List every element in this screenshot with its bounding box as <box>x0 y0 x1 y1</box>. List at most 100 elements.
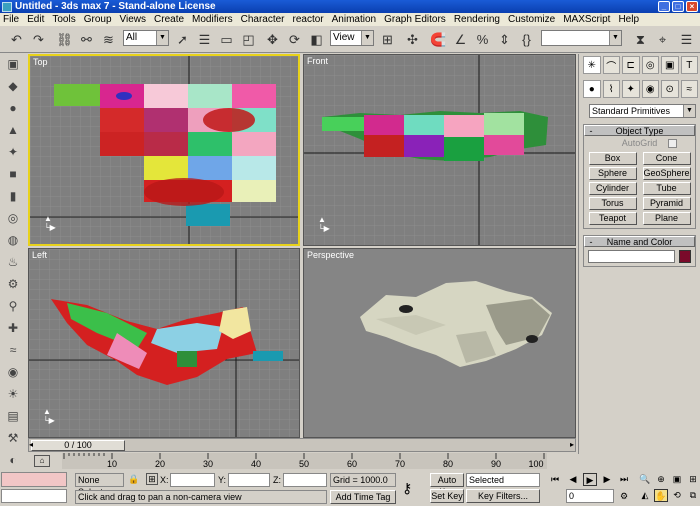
sphere-icon[interactable]: ● <box>0 98 26 118</box>
box-icon[interactable]: ■ <box>0 164 26 184</box>
current-frame-field[interactable]: 0 <box>566 489 614 503</box>
mirror-icon[interactable]: ⧗ <box>630 29 651 50</box>
menu-edit[interactable]: Edit <box>27 14 44 25</box>
maximize-viewport-icon[interactable]: ⧉ <box>686 489 700 502</box>
unlink-icon[interactable]: ⚯ <box>76 29 97 50</box>
manipulate-icon[interactable]: ✣ <box>402 29 423 50</box>
viewport-top[interactable]: ▲ └▶ Top <box>28 54 300 246</box>
geosphere-button[interactable]: GeoSphere <box>642 167 691 180</box>
field-of-view-icon[interactable]: ◭ <box>638 489 652 502</box>
object-color-swatch[interactable] <box>678 250 691 263</box>
slider-right-arrow-icon[interactable]: ▸ <box>570 440 574 449</box>
zoom-extents-icon[interactable]: ▣ <box>670 473 684 486</box>
pyramid-button[interactable]: Pyramid <box>642 197 691 210</box>
menu-graph-editors[interactable]: Graph Editors <box>384 14 446 25</box>
rectangular-selection-icon[interactable]: ▭ <box>216 29 237 50</box>
named-selection-sets-dropdown[interactable]: ▼ <box>541 30 622 46</box>
angle-snap-icon[interactable]: ∠ <box>450 29 471 50</box>
display-icon[interactable]: ◐ <box>0 450 26 470</box>
z-coordinate-field[interactable] <box>283 473 327 487</box>
select-by-name-icon[interactable]: ☰ <box>194 29 215 50</box>
utilities-tab-icon[interactable]: T <box>680 56 698 74</box>
space-warps-icon[interactable]: ≈ <box>680 80 698 98</box>
select-and-rotate-icon[interactable]: ⟳ <box>284 29 305 50</box>
cone-icon[interactable]: ▲ <box>0 120 26 140</box>
cylinder-button[interactable]: Cylinder <box>588 182 637 195</box>
menu-tools[interactable]: Tools <box>52 14 75 25</box>
shapes-icon[interactable]: ⌇ <box>602 80 620 98</box>
light-icon[interactable]: ☀ <box>0 384 26 404</box>
layer-manager-icon[interactable]: ☰ <box>676 29 697 50</box>
menu-reactor[interactable]: reactor <box>293 14 324 25</box>
zoom-extents-all-icon[interactable]: ⊞ <box>686 473 700 486</box>
hierarchy-tab-icon[interactable]: ⊏ <box>622 56 640 74</box>
create-object-icon[interactable]: ▣ <box>0 54 26 74</box>
go-to-end-icon[interactable]: ⏭ <box>617 473 631 486</box>
pivot-center-icon[interactable]: ⊞ <box>377 29 398 50</box>
gear-icon[interactable]: ⚙ <box>0 274 26 294</box>
plane-button[interactable]: Plane <box>642 212 691 225</box>
menu-rendering[interactable]: Rendering <box>454 14 500 25</box>
set-key-button[interactable]: Set Key <box>430 489 464 503</box>
tube-icon[interactable]: ◍ <box>0 230 26 250</box>
zoom-icon[interactable]: 🔍 <box>638 473 652 486</box>
y-coordinate-field[interactable] <box>228 473 270 487</box>
menu-customize[interactable]: Customize <box>508 14 555 25</box>
menu-help[interactable]: Help <box>618 14 639 25</box>
autogrid-checkbox[interactable] <box>668 139 677 148</box>
menu-create[interactable]: Create <box>154 14 184 25</box>
viewport-front[interactable]: ▲ └▶ Front <box>303 54 576 246</box>
torus-icon[interactable]: ◎ <box>0 208 26 228</box>
viewport-perspective[interactable]: Perspective <box>303 248 576 438</box>
display-tab-icon[interactable]: ▣ <box>661 56 679 74</box>
go-to-start-icon[interactable]: ⏮ <box>548 473 562 486</box>
zoom-all-icon[interactable]: ⊕ <box>654 473 668 486</box>
key-icon[interactable]: ⚷ <box>402 480 412 497</box>
menu-group[interactable]: Group <box>84 14 112 25</box>
viewport-label[interactable]: Perspective <box>307 250 354 260</box>
object-name-field[interactable] <box>588 250 675 263</box>
rollout-header[interactable]: - Object Type <box>584 125 695 136</box>
cone-button[interactable]: Cone <box>642 152 691 165</box>
arc-rotate-icon[interactable]: ⟲ <box>670 489 684 502</box>
close-button[interactable]: × <box>686 1 698 12</box>
lights-icon[interactable]: ✦ <box>622 80 640 98</box>
undo-icon[interactable]: ↶ <box>6 29 27 50</box>
auto-key-button[interactable]: Auto Key <box>430 473 464 497</box>
viewport-label[interactable]: Left <box>32 250 47 260</box>
track-bar[interactable]: 10 20 30 40 50 60 70 80 90 100 <box>62 453 547 469</box>
object-category-dropdown[interactable]: Standard Primitives ▼ <box>589 104 696 118</box>
menu-character[interactable]: Character <box>241 14 285 25</box>
bone-icon[interactable]: ⚲ <box>0 296 26 316</box>
spinner-snap-icon[interactable]: ⇕ <box>494 29 515 50</box>
viewport-label[interactable]: Top <box>33 57 48 67</box>
maxscript-listener[interactable] <box>1 472 67 487</box>
key-mode-dropdown[interactable]: Selected <box>466 473 540 487</box>
select-and-move-icon[interactable]: ✥ <box>262 29 283 50</box>
play-icon[interactable]: ▶ <box>583 473 597 486</box>
teapot-button[interactable]: Teapot <box>588 212 637 225</box>
snaps-toggle-icon[interactable]: 🧲 <box>428 29 449 50</box>
space-warp-icon[interactable]: ≈ <box>0 340 26 360</box>
maxscript-mini-listener[interactable] <box>1 489 67 503</box>
menu-file[interactable]: File <box>3 14 19 25</box>
redo-icon[interactable]: ↷ <box>28 29 49 50</box>
render-icon[interactable]: ▤ <box>0 406 26 426</box>
menu-modifiers[interactable]: Modifiers <box>192 14 233 25</box>
geometry-icon[interactable]: ● <box>583 80 601 98</box>
slider-left-arrow-icon[interactable]: ◂ <box>29 440 33 449</box>
add-time-tag-button[interactable]: Add Time Tag <box>330 490 396 504</box>
cylinder-icon[interactable]: ▮ <box>0 186 26 206</box>
minimize-button[interactable]: _ <box>658 1 670 12</box>
sphere-button[interactable]: Sphere <box>588 167 637 180</box>
viewport-left[interactable]: ▲ └▶ Left <box>28 248 300 438</box>
torus-button[interactable]: Torus <box>588 197 637 210</box>
time-slider-thumb[interactable]: 0 / 100 <box>31 440 125 451</box>
select-and-scale-icon[interactable]: ◧ <box>306 29 327 50</box>
modify-tab-icon[interactable]: ⌒ <box>602 56 620 74</box>
tube-button[interactable]: Tube <box>642 182 691 195</box>
select-and-link-icon[interactable]: ⛓ <box>54 29 75 50</box>
key-filters-button[interactable]: Key Filters... <box>466 489 540 503</box>
rollout-header[interactable]: - Name and Color <box>584 236 695 247</box>
previous-frame-icon[interactable]: ◀ <box>566 473 580 486</box>
